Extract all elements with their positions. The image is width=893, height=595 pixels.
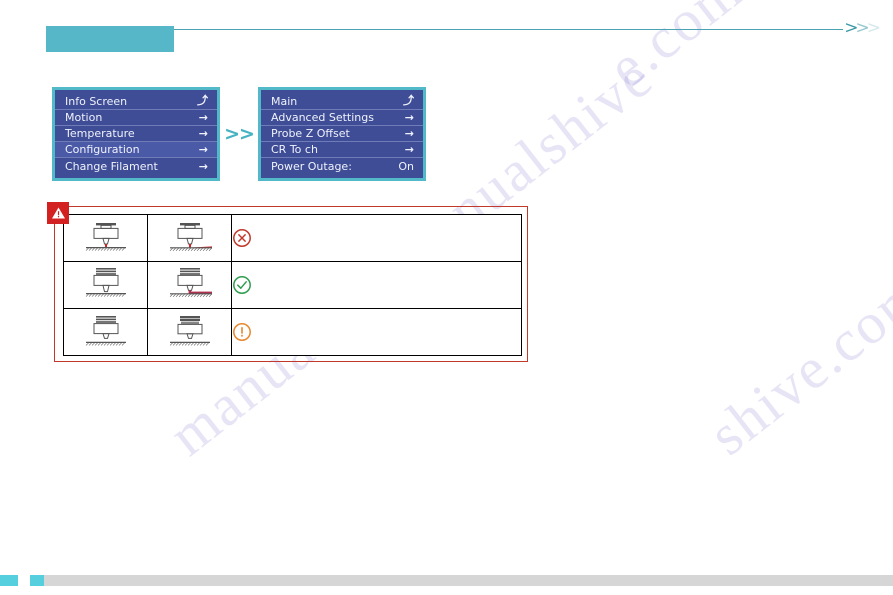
arrow-right-icon: → [198, 127, 208, 140]
table-row [63, 261, 522, 309]
chevron-right-icon: > [866, 18, 881, 38]
arrow-right-icon: → [404, 111, 414, 124]
lcd-menu-item-value: On [398, 159, 414, 173]
lcd-menu-item-label: Configuration [65, 143, 140, 156]
lcd-menu-sequence: Info Screen ⤴ Motion → Temperature → Con… [52, 87, 426, 181]
nozzle-diagram-too-far [63, 308, 148, 356]
lcd-menu-item-label: Temperature [65, 127, 135, 140]
lcd-menu-item[interactable]: Main ⤴ [261, 94, 423, 110]
lcd-menu-item-power-outage[interactable]: Power Outage: On [261, 158, 423, 174]
nozzle-diagram-correct [63, 261, 148, 309]
watermark-text: shive.com [696, 259, 893, 468]
lcd-menu-item[interactable]: Motion → [55, 110, 217, 126]
lcd-menu-item[interactable]: CR To ch → [261, 142, 423, 158]
nozzle-height-table [63, 214, 522, 356]
status-cell [231, 308, 522, 356]
lcd-menu-item[interactable]: Probe Z Offset → [261, 126, 423, 142]
warning-callout-box [47, 202, 528, 362]
arrow-right-icon: → [198, 159, 208, 173]
arrow-right-icon: → [198, 143, 208, 156]
status-cell [231, 261, 522, 309]
header-chevron-group: > > > [844, 18, 881, 38]
lcd-menu-item-label: Motion [65, 111, 103, 124]
circle-x-icon [233, 229, 251, 247]
arrow-right-icon: → [198, 111, 208, 124]
nozzle-diagram-correct-extruding [147, 261, 232, 309]
footer-accent-left [0, 575, 18, 586]
lcd-menu-item-label: CR To ch [271, 143, 318, 156]
nozzle-diagram-too-close [63, 214, 148, 262]
nozzle-diagram-too-close-extruding [147, 214, 232, 262]
footer-bar [44, 575, 893, 586]
lcd-menu-item-label: Main [271, 95, 298, 108]
arrow-right-icon: → [404, 143, 414, 156]
step-separator-chevrons: >> [224, 123, 255, 145]
arrow-right-icon: → [404, 127, 414, 140]
footer-accent-right [30, 575, 44, 586]
warning-triangle-icon [47, 202, 69, 224]
arrow-up-icon: ⤴ [197, 94, 208, 107]
lcd-menu-item-label: Probe Z Offset [271, 127, 350, 140]
circle-check-icon [233, 276, 251, 294]
status-cell [231, 214, 522, 262]
table-row [63, 308, 522, 356]
lcd-panel-advanced-settings-menu: Main ⤴ Advanced Settings → Probe Z Offse… [258, 87, 426, 181]
table-row [63, 214, 522, 262]
lcd-menu-item-label: Power Outage: [271, 159, 352, 173]
circle-exclamation-icon [233, 323, 251, 341]
lcd-menu-item-configuration[interactable]: Configuration → [55, 142, 217, 158]
watermark-text: e.com [595, 0, 755, 101]
lcd-menu-item-label: Advanced Settings [271, 111, 374, 124]
lcd-menu-item[interactable]: Change Filament → [55, 158, 217, 174]
lcd-menu-item-label: Change Filament [65, 159, 158, 173]
lcd-menu-item-label: Info Screen [65, 95, 128, 108]
lcd-menu-item[interactable]: Advanced Settings → [261, 110, 423, 126]
lcd-menu-item[interactable]: Temperature → [55, 126, 217, 142]
arrow-up-icon: ⤴ [403, 94, 414, 107]
lcd-panel-configuration-menu: Info Screen ⤴ Motion → Temperature → Con… [52, 87, 220, 181]
header-title-band [46, 26, 174, 52]
nozzle-diagram-too-far-extruding [147, 308, 232, 356]
lcd-menu-item[interactable]: Info Screen ⤴ [55, 94, 217, 110]
